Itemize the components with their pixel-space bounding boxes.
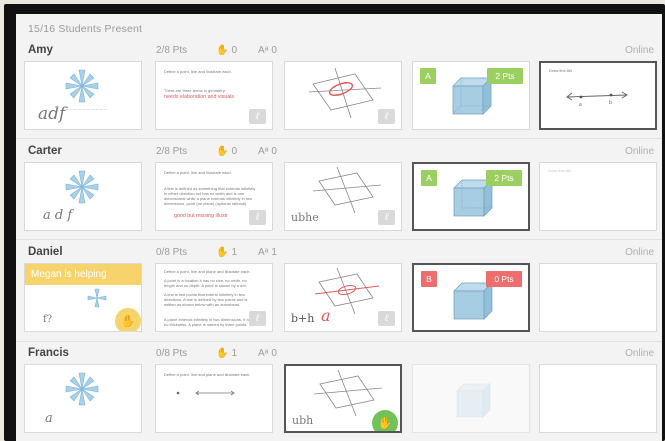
letters-icon: Aᵃ — [258, 247, 269, 258]
work-card-written[interactable]: Define a point, line and illustrate each… — [155, 61, 273, 130]
raised-hand-icon[interactable]: ✋ — [115, 308, 141, 331]
script-l-icon: ℓ — [255, 313, 260, 324]
ai-count: Aᵃ 0 — [258, 45, 277, 56]
teacher-annotation: a — [321, 306, 331, 325]
raised-hand-icon[interactable]: ✋ — [372, 410, 398, 431]
work-card-title[interactable]: a — [24, 364, 142, 433]
hand-count: ✋ 1 — [216, 348, 238, 359]
student-name[interactable]: Francis — [28, 347, 69, 359]
script-l-icon: ℓ — [384, 212, 389, 223]
comment-button[interactable]: ℓ — [249, 210, 266, 225]
grade-badge[interactable]: A — [420, 68, 436, 84]
work-card-title[interactable]: — — — — — — — — — — adf — [24, 61, 142, 130]
work-card-plane[interactable]: ℓ — [284, 61, 402, 130]
points-badge[interactable]: 2 Pts — [487, 68, 523, 84]
script-l-icon: ℓ — [255, 212, 260, 223]
ai-count: Aᵃ 0 — [258, 348, 277, 359]
work-card-written[interactable]: Define a point, line and illustrate each… — [155, 162, 273, 231]
student-name[interactable]: Amy — [28, 44, 53, 56]
svg-text:b: b — [609, 100, 612, 106]
box-3d-drawing — [456, 383, 491, 418]
comment-button[interactable]: ℓ — [378, 311, 395, 326]
handwritten-answer: a — [45, 411, 53, 426]
hand-count: ✋ 0 — [216, 146, 238, 157]
script-l-icon: ℓ — [255, 111, 260, 122]
raised-hand-icon: ✋ — [216, 348, 229, 359]
points-badge[interactable]: 0 Pts — [486, 271, 522, 287]
letters-icon: Aᵃ — [258, 45, 269, 56]
student-row-francis: Francis 0/8 Pts ✋ 1 Aᵃ 0 Online a Define a… — [16, 347, 662, 441]
comment-button[interactable]: ℓ — [378, 109, 395, 124]
points-summary: 0/8 Pts — [156, 247, 188, 258]
comment-button[interactable]: ℓ — [249, 311, 266, 326]
script-l-icon: ℓ — [384, 313, 389, 324]
online-status: Online — [625, 247, 654, 258]
student-row-daniel: Daniel 0/8 Pts ✋ 1 Aᵃ 1 Online Megan is he… — [16, 246, 662, 350]
handwritten-answer: f? — [43, 314, 53, 325]
work-card-title[interactable]: a d f — [24, 162, 142, 231]
work-card-box[interactable]: B 0 Pts — [412, 263, 530, 332]
student-row-amy: Amy 2/8 Pts ✋ 0 Aᵃ 0 Online — — — — — — — … — [16, 44, 662, 148]
raised-hand-icon: ✋ — [216, 146, 229, 157]
comment-button[interactable]: ℓ — [249, 109, 266, 124]
teacher-note: good but missing illustr — [174, 213, 228, 219]
work-card-line[interactable]: Draw line AB — [539, 162, 657, 231]
student-stats: 0/8 Pts ✋ 1 Aᵃ 1 — [156, 247, 277, 258]
online-status: Online — [625, 348, 654, 359]
grade-badge[interactable]: B — [421, 271, 437, 287]
point-line-sketch — [176, 390, 235, 396]
work-card-line[interactable]: Draw line AB a b — [539, 61, 657, 130]
handwritten-answer: b+h — [291, 312, 315, 325]
work-card-plane[interactable]: ubhe ℓ — [284, 162, 402, 231]
work-card-plane[interactable]: b+h a ℓ — [284, 263, 402, 332]
work-card-written[interactable]: Define a point, line and plane and illus… — [155, 263, 273, 332]
ai-count: Aᵃ 1 — [258, 247, 277, 258]
student-row-carter: Carter 2/8 Pts ✋ 0 Aᵃ 0 Online a d f Defin… — [16, 145, 662, 249]
work-card-box[interactable]: A 2 Pts — [412, 61, 530, 130]
points-summary: 2/8 Pts — [156, 45, 188, 56]
work-card-line[interactable] — [539, 364, 657, 433]
handwritten-answer: ubhe — [291, 211, 319, 224]
online-status: Online — [625, 146, 654, 157]
work-card-title[interactable]: Megan is helping f? ✋ — [24, 263, 142, 332]
comment-button[interactable]: ℓ — [378, 210, 395, 225]
handwritten-answer: a d f — [43, 208, 73, 223]
work-card-written[interactable]: Define a point, line and plane and illus… — [155, 364, 273, 433]
student-stats: 2/8 Pts ✋ 0 Aᵃ 0 — [156, 45, 277, 56]
points-summary: 0/8 Pts — [156, 348, 188, 359]
student-name[interactable]: Daniel — [28, 246, 63, 258]
grade-badge[interactable]: A — [421, 170, 437, 186]
script-l-icon: ℓ — [384, 111, 389, 122]
work-card-line[interactable] — [539, 263, 657, 332]
presence-count: 15/16 Students Present — [28, 23, 143, 35]
work-card-plane[interactable]: ubh ✋ — [284, 364, 402, 433]
student-stats: 0/8 Pts ✋ 1 Aᵃ 0 — [156, 348, 277, 359]
work-card-box[interactable] — [412, 364, 530, 433]
hand-count: ✋ 0 — [216, 45, 238, 56]
points-summary: 2/8 Pts — [156, 146, 188, 157]
work-card-box[interactable]: A 2 Pts — [412, 162, 530, 231]
student-name[interactable]: Carter — [28, 145, 62, 157]
hand-count: ✋ 1 — [216, 247, 238, 258]
teacher-note: needs elaboration and visuals — [164, 94, 235, 100]
student-stats: 2/8 Pts ✋ 0 Aᵃ 0 — [156, 146, 277, 157]
line-ab-drawing: a b — [566, 91, 628, 108]
raised-hand-icon: ✋ — [216, 247, 229, 258]
svg-text:a: a — [579, 102, 582, 108]
raised-hand-icon: ✋ — [216, 45, 229, 56]
pinwheel-graphic — [65, 372, 99, 406]
letters-icon: Aᵃ — [258, 348, 269, 359]
ai-count: Aᵃ 0 — [258, 146, 277, 157]
handwritten-answer: adf — [38, 104, 66, 124]
online-status: Online — [625, 45, 654, 56]
points-badge[interactable]: 2 Pts — [486, 170, 522, 186]
classroom-screen: 15/16 Students Present Amy 2/8 Pts ✋ 0 Aᵃ… — [16, 14, 662, 441]
handwritten-answer: ubh — [292, 414, 314, 427]
letters-icon: Aᵃ — [258, 146, 269, 157]
